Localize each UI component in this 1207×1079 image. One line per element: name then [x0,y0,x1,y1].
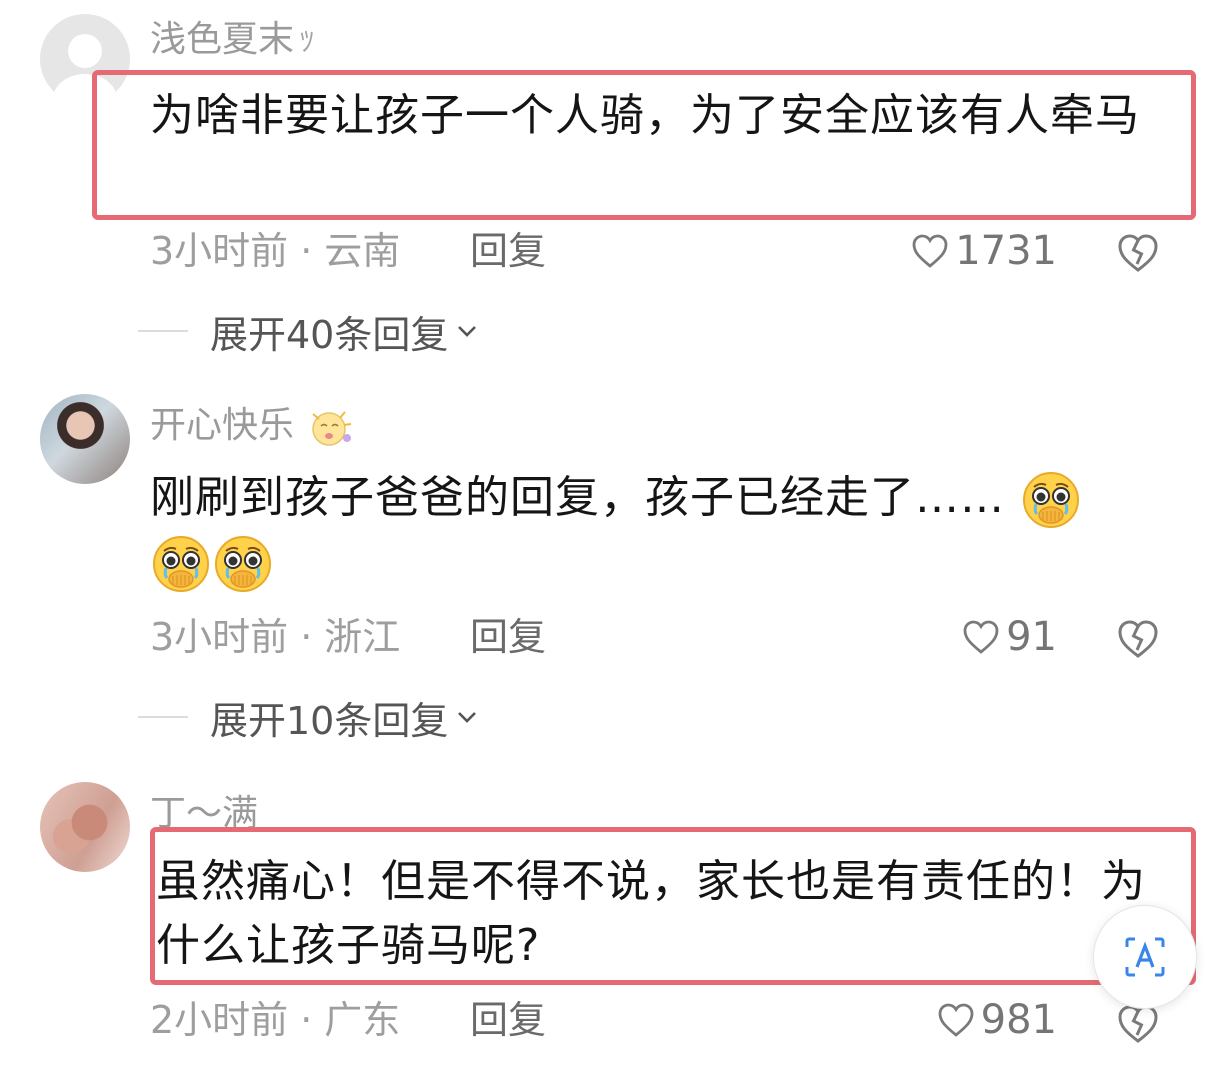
separator-dot: · [300,615,313,659]
comment-username[interactable]: 开心快乐 [150,404,357,448]
comment-text: 虽然痛心！但是不得不说，家长也是有责任的！为什么让孩子骑马呢? [156,856,1146,971]
comment-time: 2小时前 [150,998,289,1042]
comment-meta: 2小时前 · 广东 回复 [150,995,546,1045]
comment-meta: 3小时前 · 云南 回复 [150,226,546,276]
pleading-crying-face-icon [152,535,210,593]
comment-meta: 3小时前 · 浙江 回复 [150,612,546,662]
like-count: 91 [1006,614,1057,660]
like-count: 1731 [955,228,1057,274]
expand-replies-button[interactable]: 展开10条回复 [138,694,480,743]
like-count: 981 [980,997,1057,1043]
broken-heart-icon[interactable] [1115,229,1161,275]
heart-outline-icon [912,234,948,268]
default-avatar-head [68,34,102,68]
translate-button[interactable] [1093,905,1197,1009]
avatar[interactable] [40,782,130,872]
translate-icon [1125,937,1165,977]
pleading-crying-face-icon [214,535,272,593]
expand-replies-button[interactable]: 展开40条回复 [138,308,480,357]
expand-divider-line [138,716,188,718]
like-button[interactable]: 91 [962,612,1057,662]
pleading-crying-face-icon [1022,471,1080,529]
like-button[interactable]: 981 [937,995,1057,1045]
comment-username[interactable]: 浅色夏末ﾂ [150,18,314,64]
chevron-down-icon [458,326,477,337]
reply-button[interactable]: 回复 [470,612,546,662]
like-button[interactable]: 1731 [911,226,1057,276]
avatar[interactable] [40,394,130,484]
expand-divider-line [138,330,188,332]
comment-text: 为啥非要让孩子一个人骑，为了安全应该有人牵马 [150,90,1140,141]
username-text: 开心快乐 [150,405,295,446]
expand-replies-label: 展开40条回复 [210,312,449,357]
comment-time: 3小时前 [150,229,289,273]
reply-button[interactable]: 回复 [470,995,546,1045]
username-text: 浅色夏末 [150,19,295,60]
comment-text-content: 刚刷到孩子爸爸的回复，孩子已经走了…… [150,472,1005,523]
heart-outline-icon [963,620,999,654]
comment-location: 广东 [324,998,401,1042]
comment-location: 云南 [324,229,401,273]
comment-location: 浙江 [324,615,401,659]
reply-button[interactable]: 回复 [470,226,546,276]
comment-list: 浅色夏末ﾂ 为啥非要让孩子一个人骑，为了安全应该有人牵马 3小时前 · 云南 回复 … [0,0,1207,1079]
expand-replies-label: 展开10条回复 [210,698,449,743]
chevron-down-icon [458,712,477,723]
party-face-emoji-icon [312,411,352,446]
broken-heart-icon[interactable] [1115,615,1161,661]
separator-dot: · [300,998,313,1042]
username-suffix: ﾂ [300,25,315,58]
heart-outline-icon [938,1003,974,1037]
comment-text: 刚刷到孩子爸爸的回复，孩子已经走了…… [150,466,1160,594]
comment-time: 3小时前 [150,615,289,659]
separator-dot: · [300,229,313,273]
